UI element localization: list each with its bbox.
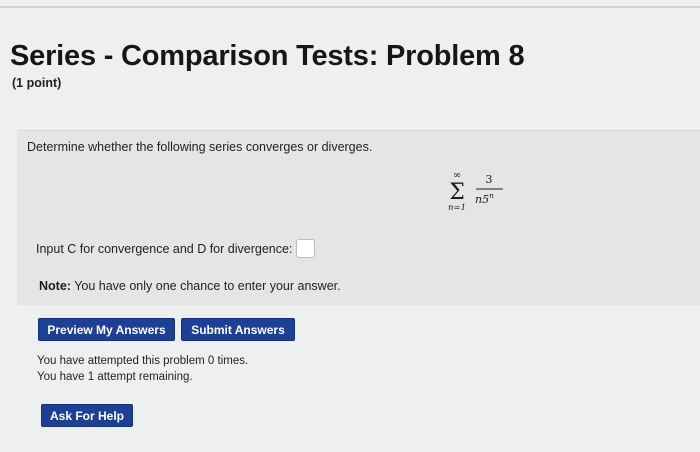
page-title: Series - Comparison Tests: Problem 8 — [10, 40, 525, 72]
note-body: You have only one chance to enter your a… — [70, 279, 341, 293]
note-label: Note: — [39, 279, 71, 293]
fraction-numerator: 3 — [486, 173, 493, 186]
series-expression: ∞ Σ n=1 3 n5n — [445, 169, 509, 213]
denominator-exponent: n — [489, 191, 494, 200]
fraction-denominator: n5n — [475, 191, 494, 206]
answer-input[interactable] — [296, 239, 316, 258]
denominator-base: n5 — [475, 193, 489, 206]
sum-lower-limit: n=1 — [448, 203, 466, 213]
note-text: Note: You have only one chance to enter … — [39, 279, 341, 293]
attempts-count: You have attempted this problem 0 times. — [37, 355, 249, 367]
preview-answers-button[interactable]: Preview My Answers — [38, 318, 175, 341]
answer-row: Input C for convergence and D for diverg… — [36, 239, 316, 258]
submit-answers-button[interactable]: Submit Answers — [181, 318, 295, 341]
ask-for-help-button[interactable]: Ask For Help — [41, 404, 133, 427]
problem-prompt: Determine whether the following series c… — [27, 140, 373, 154]
problem-panel: Determine whether the following series c… — [17, 130, 700, 305]
top-divider — [0, 6, 700, 8]
answer-label: Input C for convergence and D for diverg… — [36, 241, 293, 256]
attempts-info: You have attempted this problem 0 times.… — [37, 353, 248, 385]
attempts-remaining: You have 1 attempt remaining. — [37, 371, 193, 383]
sum-sigma-symbol: Σ — [449, 180, 465, 205]
points-label: (1 point) — [12, 76, 62, 90]
